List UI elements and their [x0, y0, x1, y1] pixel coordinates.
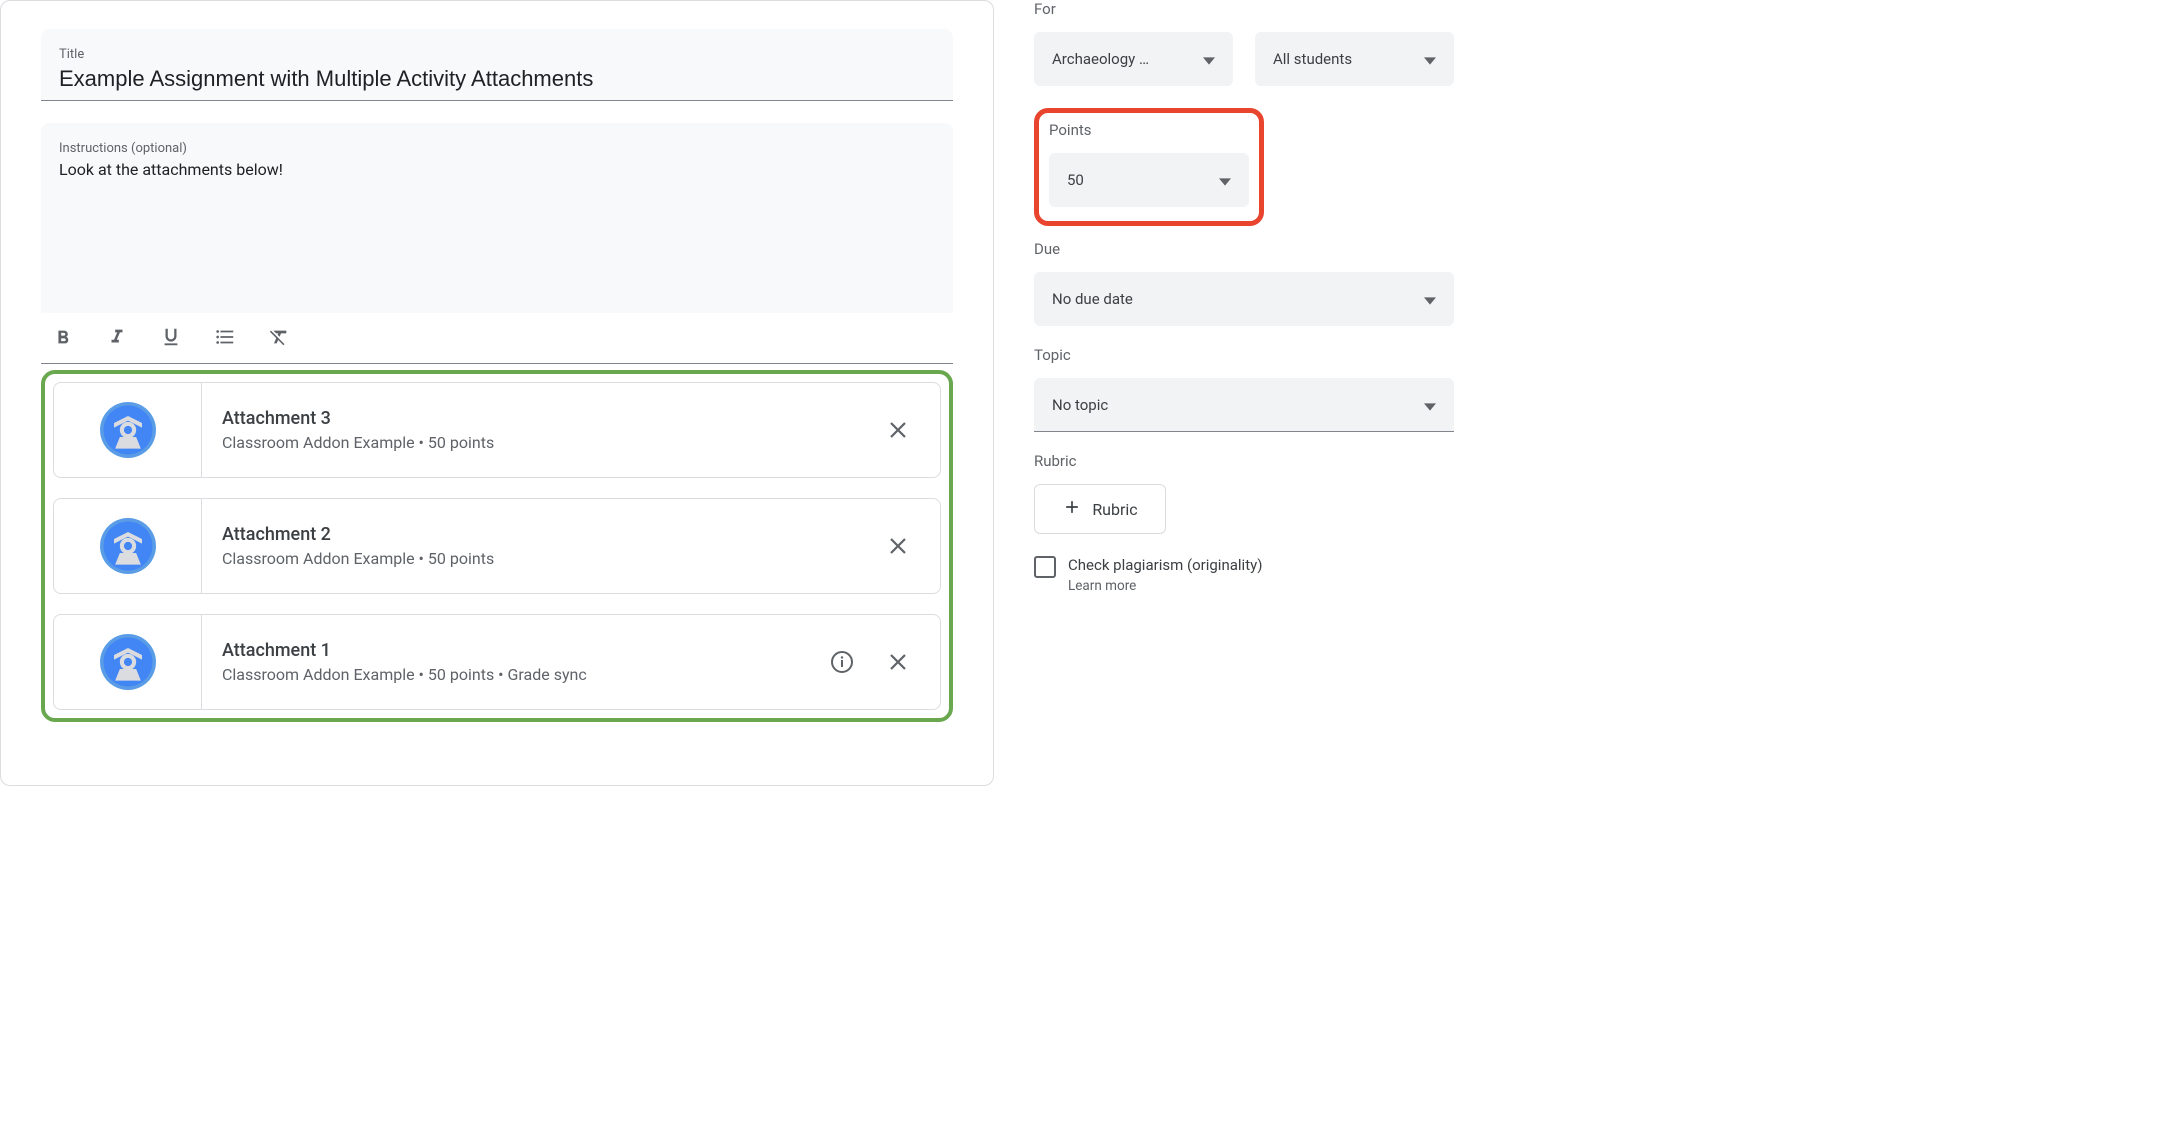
attachment-actions [884, 416, 940, 444]
rubric-label: Rubric [1034, 452, 1454, 470]
attachment-subtitle: Classroom Addon Example • 50 points • Gr… [222, 665, 828, 684]
points-highlight-box: Points 50 [1034, 108, 1264, 226]
instructions-text[interactable]: Look at the attachments below! [59, 160, 935, 179]
attachment-card[interactable]: Attachment 3 Classroom Addon Example • 5… [53, 382, 941, 478]
points-dropdown[interactable]: 50 [1049, 153, 1249, 207]
topic-dropdown[interactable]: No topic [1034, 378, 1454, 432]
instructions-label: Instructions (optional) [59, 141, 935, 156]
due-section: Due No due date [1034, 240, 1454, 326]
topic-label: Topic [1034, 346, 1454, 364]
attachment-title: Attachment 3 [222, 408, 884, 429]
attachment-title: Attachment 2 [222, 524, 884, 545]
attachment-actions [884, 532, 940, 560]
rubric-button-label: Rubric [1092, 500, 1137, 519]
underline-button[interactable] [159, 325, 183, 349]
plagiarism-row: Check plagiarism (originality) Learn mor… [1034, 556, 1454, 594]
students-value: All students [1273, 50, 1352, 68]
addon-icon [100, 518, 156, 574]
for-section: For Archaeology … All students [1034, 0, 1454, 86]
bulleted-list-button[interactable] [213, 325, 237, 349]
addon-icon [100, 402, 156, 458]
clear-formatting-button[interactable] [267, 325, 291, 349]
attachment-card[interactable]: Attachment 2 Classroom Addon Example • 5… [53, 498, 941, 594]
remove-attachment-button[interactable] [884, 648, 912, 676]
attachment-title: Attachment 1 [222, 640, 828, 661]
addon-icon [100, 634, 156, 690]
assignment-sidebar: For Archaeology … All students Points 50… [1014, 0, 1454, 790]
italic-button[interactable] [105, 325, 129, 349]
points-label: Points [1049, 121, 1249, 139]
attachment-icon-cell [54, 499, 202, 593]
chevron-down-icon [1219, 174, 1231, 186]
attachment-subtitle: Classroom Addon Example • 50 points [222, 549, 884, 568]
for-label: For [1034, 0, 1454, 18]
plagiarism-checkbox[interactable] [1034, 556, 1056, 578]
due-label: Due [1034, 240, 1454, 258]
attachment-actions [828, 648, 940, 676]
chevron-down-icon [1424, 293, 1436, 305]
due-dropdown[interactable]: No due date [1034, 272, 1454, 326]
bold-button[interactable] [51, 325, 75, 349]
due-value: No due date [1052, 290, 1133, 308]
class-dropdown[interactable]: Archaeology … [1034, 32, 1233, 86]
chevron-down-icon [1424, 53, 1436, 65]
attachment-card[interactable]: Attachment 1 Classroom Addon Example • 5… [53, 614, 941, 710]
plagiarism-label: Check plagiarism (originality) [1068, 556, 1262, 574]
chevron-down-icon [1203, 53, 1215, 65]
chevron-down-icon [1424, 399, 1436, 411]
plus-icon [1062, 497, 1082, 521]
info-button[interactable] [828, 648, 856, 676]
rubric-section: Rubric Rubric [1034, 452, 1454, 534]
title-input[interactable] [59, 66, 935, 92]
attachment-text: Attachment 1 Classroom Addon Example • 5… [202, 640, 828, 684]
attachments-highlight-box: Attachment 3 Classroom Addon Example • 5… [41, 370, 953, 722]
learn-more-link[interactable]: Learn more [1068, 578, 1262, 594]
attachment-subtitle: Classroom Addon Example • 50 points [222, 433, 884, 452]
title-label: Title [59, 47, 935, 62]
attachment-icon-cell [54, 383, 202, 477]
remove-attachment-button[interactable] [884, 532, 912, 560]
assignment-editor-card: Title Instructions (optional) Look at th… [0, 0, 994, 786]
topic-value: No topic [1052, 396, 1108, 414]
instructions-field-container[interactable]: Instructions (optional) Look at the atta… [41, 123, 953, 313]
attachment-text: Attachment 3 Classroom Addon Example • 5… [202, 408, 884, 452]
attachment-text: Attachment 2 Classroom Addon Example • 5… [202, 524, 884, 568]
topic-section: Topic No topic [1034, 346, 1454, 432]
title-field-container: Title [41, 29, 953, 101]
points-value: 50 [1067, 171, 1084, 189]
remove-attachment-button[interactable] [884, 416, 912, 444]
formatting-toolbar [41, 313, 953, 364]
class-value: Archaeology … [1052, 50, 1149, 68]
students-dropdown[interactable]: All students [1255, 32, 1454, 86]
add-rubric-button[interactable]: Rubric [1034, 484, 1166, 534]
attachment-icon-cell [54, 615, 202, 709]
